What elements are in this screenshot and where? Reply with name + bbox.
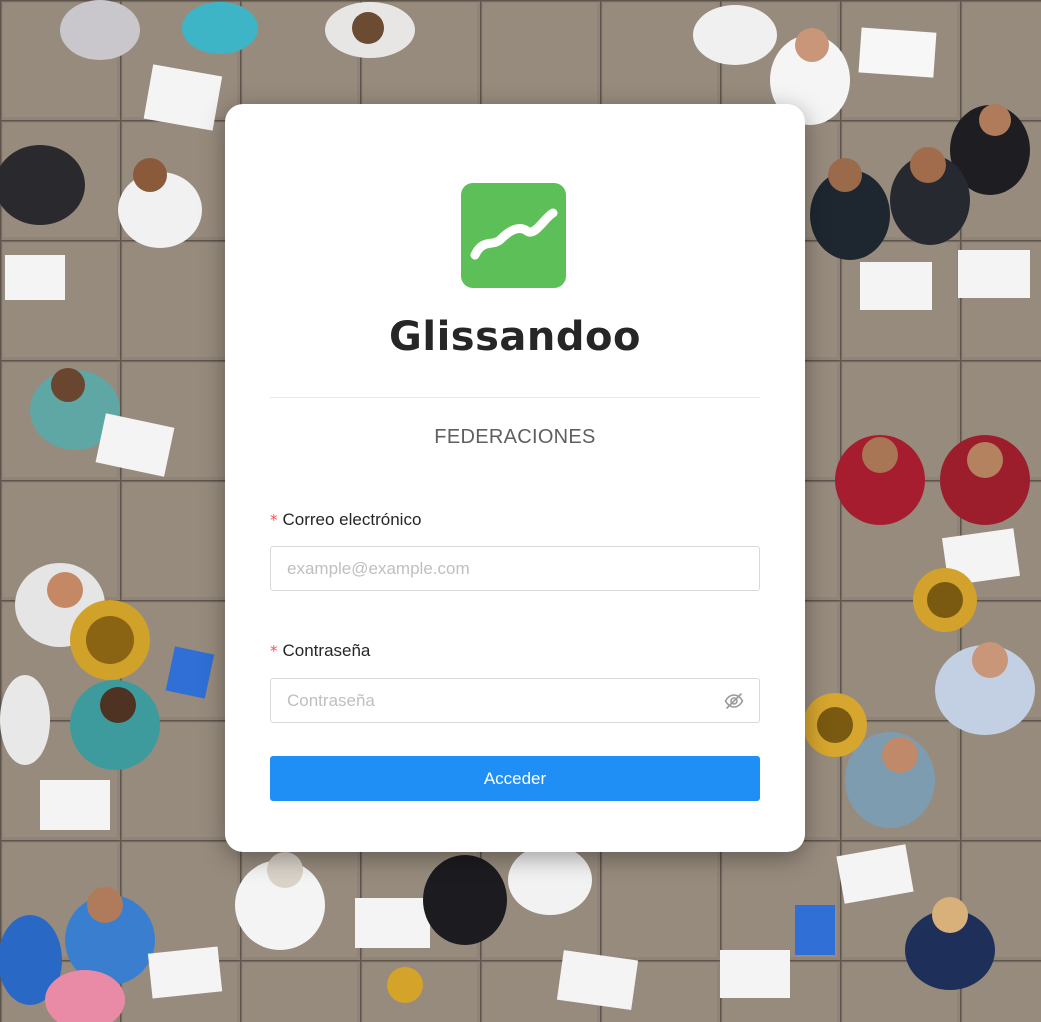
email-label: * Correo electrónico — [270, 510, 421, 530]
required-marker: * — [270, 642, 278, 660]
login-card: Glissandoo FEDERACIONES * Correo electrón… — [225, 104, 805, 852]
password-label: * Contraseña — [270, 641, 370, 661]
email-input[interactable] — [271, 547, 727, 590]
email-field[interactable] — [270, 546, 760, 591]
email-label-text: Correo electrónico — [282, 510, 422, 529]
password-input[interactable] — [271, 679, 727, 722]
app-name: Glissandoo — [389, 314, 641, 360]
login-button[interactable]: Acceder — [270, 756, 760, 801]
eye-slash-icon[interactable] — [724, 691, 744, 711]
password-field[interactable] — [270, 678, 760, 723]
required-marker: * — [270, 511, 278, 529]
divider — [270, 397, 760, 398]
wave-logo-icon — [461, 183, 566, 288]
section-title: FEDERACIONES — [434, 426, 596, 448]
password-label-text: Contraseña — [282, 641, 371, 660]
